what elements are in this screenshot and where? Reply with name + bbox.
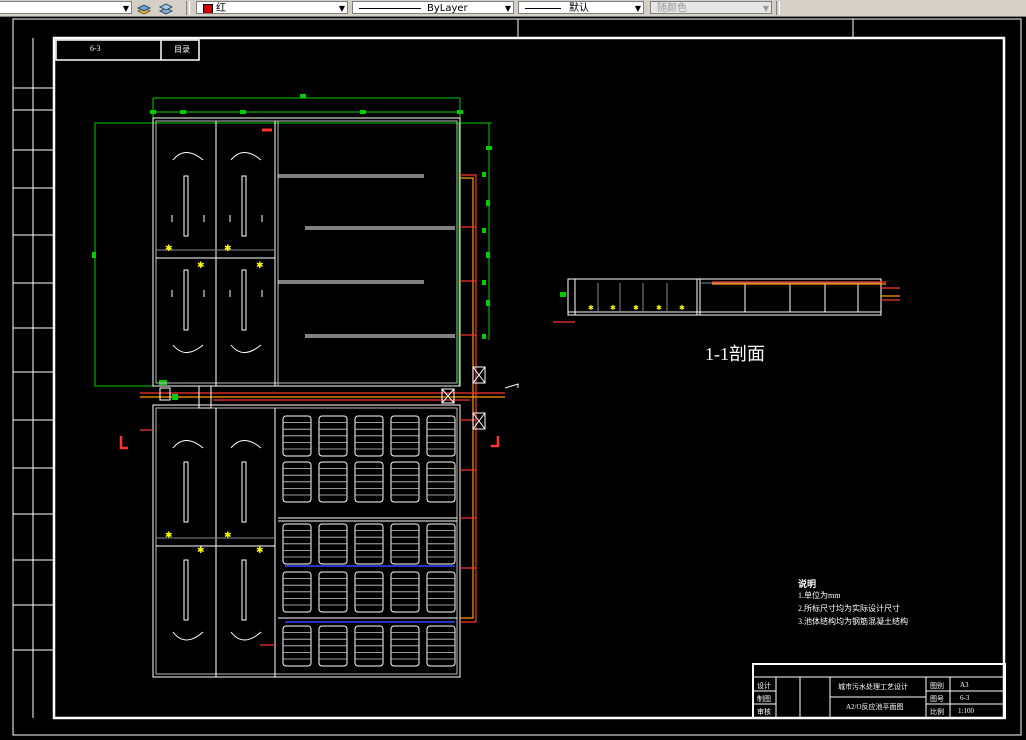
plotstyle-value: 随颜色 xyxy=(657,3,687,14)
notes-title: 说明 xyxy=(798,579,817,589)
section-markers: ✱ ✱ ✱ ✱ ✱ xyxy=(588,304,685,312)
field-value-type: A3 xyxy=(960,681,969,689)
linetype-sample-icon xyxy=(359,8,421,9)
frame-ticks xyxy=(517,19,854,38)
svg-text:✱: ✱ xyxy=(633,304,639,312)
note-1: 1.单位为mm xyxy=(798,591,841,600)
linetype-dropdown[interactable]: ByLayer ▼ xyxy=(352,1,514,14)
svg-text:✱: ✱ xyxy=(165,531,173,541)
chevron-down-icon: ▼ xyxy=(338,4,345,13)
upper-tank xyxy=(152,117,461,387)
color-dropdown[interactable]: 红 ▼ xyxy=(196,1,348,14)
chevron-down-icon: ▼ xyxy=(634,4,641,13)
plotstyle-dropdown[interactable]: 随颜色 ▼ xyxy=(650,1,772,14)
title-project: 城市污水处理工艺设计 xyxy=(838,683,908,691)
header-name: 目录 xyxy=(174,45,190,54)
lineweight-value: 默认 xyxy=(569,3,589,14)
svg-text:✱: ✱ xyxy=(256,546,264,556)
field-label-scale: 比例 xyxy=(930,708,944,716)
svg-text:✱: ✱ xyxy=(224,244,232,254)
field-label-number: 图号 xyxy=(930,695,944,703)
lineweight-sample-icon xyxy=(525,8,561,9)
color-swatch-icon xyxy=(203,4,213,13)
layer-tool-icon[interactable] xyxy=(136,1,152,15)
chevron-down-icon: ▼ xyxy=(762,4,769,13)
field-label-type: 图别 xyxy=(930,682,944,690)
header-number: 6-3 xyxy=(90,44,101,53)
svg-text:✱: ✱ xyxy=(656,304,662,312)
pipe-network xyxy=(119,128,505,646)
svg-text:✱: ✱ xyxy=(197,261,205,271)
properties-toolbar: ▼ 红 ▼ ByLayer ▼ 默认 ▼ 随颜色 ▼ xyxy=(0,0,1026,17)
green-valve xyxy=(172,394,178,400)
title-row-label-design: 设计 xyxy=(757,682,771,690)
layer-dropdown[interactable]: ▼ xyxy=(0,1,132,14)
toolbar-separator xyxy=(186,1,190,15)
title-row-label-review: 审核 xyxy=(757,708,771,716)
note-3: 3.池体结构均为钢筋混凝土结构 xyxy=(798,617,908,626)
section-title: 1-1剖面 xyxy=(705,344,765,364)
svg-text:✱: ✱ xyxy=(256,261,264,271)
svg-text:✱: ✱ xyxy=(679,304,685,312)
binding-strip xyxy=(13,38,54,718)
diffuser-grid xyxy=(282,415,456,667)
lower-tank xyxy=(152,404,461,678)
layer-previous-icon[interactable] xyxy=(158,1,174,15)
section-pipes xyxy=(553,281,900,323)
svg-text:✱: ✱ xyxy=(197,546,205,556)
svg-text:✱: ✱ xyxy=(224,531,232,541)
chevron-down-icon: ▼ xyxy=(504,4,511,13)
title-row-label-drawn: 制图 xyxy=(757,695,771,703)
lineweight-dropdown[interactable]: 默认 ▼ xyxy=(518,1,644,14)
dimension-lines xyxy=(94,97,492,387)
drawing-canvas[interactable]: ✱ ✱ ✱ ✱ ✱ ✱ ✱ ✱ ✱ ✱ ✱ ✱ ✱ 6-3 目录 1-1剖面 说… xyxy=(0,16,1026,740)
linetype-value: ByLayer xyxy=(427,3,468,14)
note-2: 2.所标尺寸均为实际设计尺寸 xyxy=(798,604,900,613)
dimension-ticks xyxy=(92,94,492,385)
outer-border xyxy=(12,18,1022,736)
svg-text:✱: ✱ xyxy=(610,304,616,312)
color-label: 红 xyxy=(216,3,226,14)
toolbar-separator xyxy=(776,1,780,15)
field-value-scale: 1:100 xyxy=(958,707,974,715)
chevron-down-icon: ▼ xyxy=(122,4,129,13)
title-drawing-name: A2/O反应池平面图 xyxy=(846,703,904,711)
svg-text:✱: ✱ xyxy=(165,244,173,254)
svg-text:✱: ✱ xyxy=(588,304,594,312)
cad-drawing: ✱ ✱ ✱ ✱ ✱ ✱ ✱ ✱ ✱ ✱ ✱ ✱ ✱ xyxy=(12,18,1022,736)
field-value-number: 6-3 xyxy=(960,694,970,702)
